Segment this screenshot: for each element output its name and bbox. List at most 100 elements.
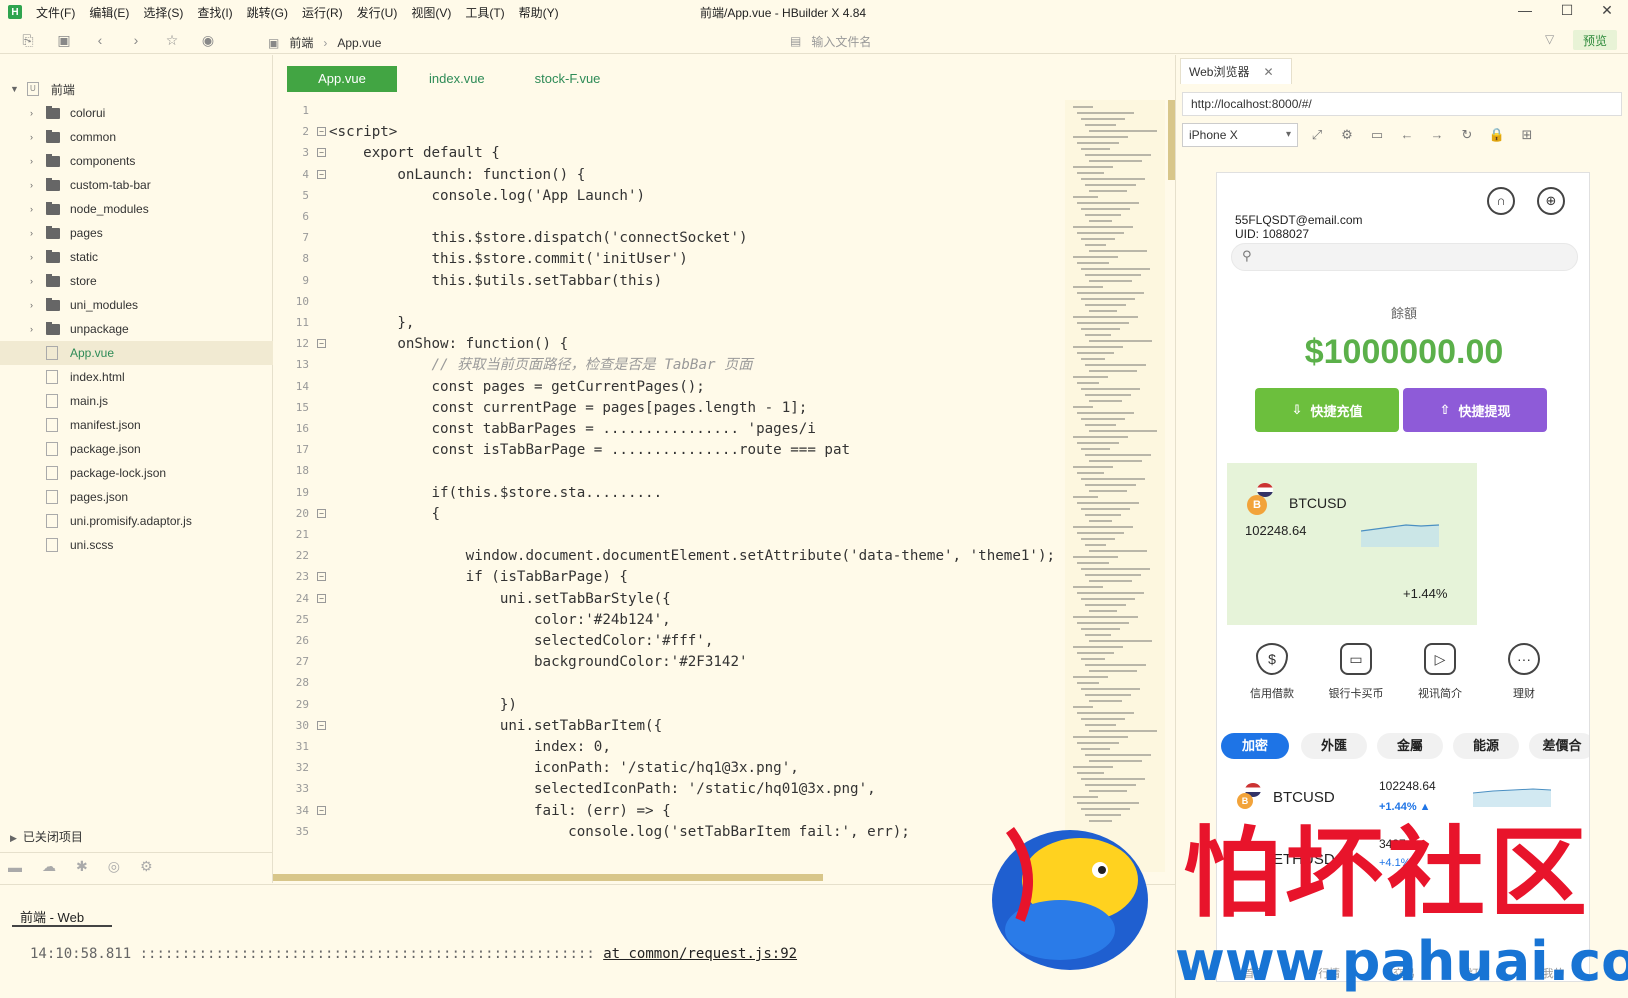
quick-action-finance[interactable]: ··· 理财 [1489, 643, 1559, 701]
cloud-icon[interactable]: ☁ [42, 858, 56, 875]
headset-icon[interactable]: ∩ [1487, 187, 1515, 215]
new-file-icon[interactable]: ⎘ [20, 32, 36, 48]
market-card[interactable]: B BTCUSD 102248.64 +1.44% [1227, 463, 1477, 625]
minimap-line [1081, 298, 1135, 300]
globe-icon[interactable]: ⊕ [1537, 187, 1565, 215]
chevron-right-icon: › [30, 252, 33, 262]
menu-find[interactable]: 查找(I) [197, 4, 232, 21]
code-text: onShow: function() { [329, 336, 569, 353]
withdraw-button[interactable]: ⇧ 快捷提现 [1403, 388, 1547, 432]
tree-item[interactable]: › components [0, 149, 273, 173]
close-tab-icon[interactable]: ✕ [1263, 65, 1273, 79]
bug-icon[interactable]: ✱ [76, 858, 88, 875]
tree-item[interactable]: › uni_modules [0, 293, 273, 317]
menu-view[interactable]: 视图(V) [411, 4, 451, 21]
fold-icon[interactable]: − [317, 720, 326, 730]
filter-icon[interactable]: ▽ [1545, 32, 1554, 46]
tree-root[interactable]: ▼ U 前端 [0, 77, 273, 101]
tree-item[interactable]: › common [0, 125, 273, 149]
menu-goto[interactable]: 跳转(G) [247, 4, 288, 21]
forward-icon[interactable]: › [128, 32, 144, 48]
console-link[interactable]: at common/request.js:92 [603, 946, 797, 962]
rotate-icon[interactable]: ⤢ [1308, 126, 1326, 144]
folder-icon[interactable]: ▬ [8, 859, 22, 875]
search-icon[interactable]: ◎ [108, 858, 120, 875]
tree-item[interactable]: package.json [0, 437, 273, 461]
chevron-right-icon: › [30, 324, 33, 334]
forward-arrow-icon[interactable]: → [1428, 126, 1446, 144]
category-energy[interactable]: 能源 [1453, 733, 1519, 759]
fold-icon[interactable]: − [317, 508, 326, 518]
tree-item[interactable]: › store [0, 269, 273, 293]
plugin-icon[interactable]: ⚙ [140, 858, 153, 875]
tree-item[interactable]: uni.scss [0, 533, 273, 557]
menu-edit[interactable]: 编辑(E) [89, 4, 129, 21]
menu-tools[interactable]: 工具(T) [465, 4, 504, 21]
closed-projects[interactable]: ▶ 已关闭项目 [10, 828, 83, 845]
minimap-line [1077, 712, 1134, 714]
fold-icon[interactable]: − [317, 127, 326, 137]
fold-icon[interactable]: − [317, 805, 326, 815]
quick-action-bank[interactable]: ▭ 银行卡买币 [1321, 643, 1391, 701]
tab-app-vue[interactable]: App.vue [287, 66, 397, 92]
category-cfd[interactable]: 差價合 [1529, 733, 1589, 759]
tree-item[interactable]: › static [0, 245, 273, 269]
refresh-icon[interactable]: ↻ [1458, 126, 1476, 144]
fold-icon[interactable]: − [317, 148, 326, 158]
fold-icon[interactable]: − [317, 169, 326, 179]
preview-button[interactable]: 预览 [1573, 30, 1617, 50]
breadcrumb-file[interactable]: App.vue [337, 36, 381, 50]
menu-help[interactable]: 帮助(Y) [519, 4, 559, 21]
tree-item[interactable]: package-lock.json [0, 461, 273, 485]
settings-icon[interactable]: ⚙ [1338, 126, 1356, 144]
tree-item[interactable]: index.html [0, 365, 273, 389]
menu-select[interactable]: 选择(S) [143, 4, 183, 21]
url-input[interactable]: http://localhost:8000/#/ [1182, 92, 1622, 116]
tree-item[interactable]: App.vue [0, 341, 273, 365]
tab-index-vue[interactable]: index.vue [411, 66, 503, 92]
fold-icon[interactable]: − [317, 593, 326, 603]
tree-item[interactable]: uni.promisify.adaptor.js [0, 509, 273, 533]
lock-icon[interactable]: 🔒 [1488, 126, 1506, 144]
back-arrow-icon[interactable]: ← [1398, 126, 1416, 144]
tree-item[interactable]: › unpackage [0, 317, 273, 341]
fold-icon[interactable]: − [317, 339, 326, 349]
tree-item[interactable]: pages.json [0, 485, 273, 509]
tree-item[interactable]: › pages [0, 221, 273, 245]
close-icon[interactable]: ✕ [1597, 2, 1617, 19]
minimize-icon[interactable]: — [1515, 2, 1535, 18]
save-icon[interactable]: ▣ [56, 32, 72, 48]
quick-action-video[interactable]: ▷ 视讯简介 [1405, 643, 1475, 701]
menu-file[interactable]: 文件(F) [36, 4, 75, 21]
star-icon[interactable]: ☆ [164, 32, 180, 48]
menu-run[interactable]: 运行(R) [302, 4, 343, 21]
deposit-button[interactable]: ⇩ 快捷充值 [1255, 388, 1399, 432]
back-icon[interactable]: ‹ [92, 32, 108, 48]
console-tab[interactable]: 前端 - Web [20, 907, 84, 926]
tree-item[interactable]: main.js [0, 389, 273, 413]
code-minimap[interactable] [1065, 100, 1165, 872]
console-icon[interactable]: ▭ [1368, 126, 1386, 144]
vertical-scrollbar[interactable] [1168, 100, 1175, 180]
tree-item[interactable]: › custom-tab-bar [0, 173, 273, 197]
file-search-input[interactable]: ▤ 输入文件名 ▽ [790, 30, 1554, 52]
app-search-input[interactable]: ⚲ [1231, 243, 1578, 271]
fold-icon[interactable]: − [317, 572, 326, 582]
tree-item[interactable]: manifest.json [0, 413, 273, 437]
category-metals[interactable]: 金屬 [1377, 733, 1443, 759]
horizontal-scrollbar[interactable] [273, 874, 823, 881]
quick-action-credit[interactable]: $ 信用借款 [1237, 643, 1307, 701]
tree-item[interactable]: › colorui [0, 101, 273, 125]
run-icon[interactable]: ◉ [200, 32, 216, 48]
device-select[interactable]: iPhone X [1182, 123, 1298, 147]
code-editor[interactable]: 1 2− <script> 3− export default {4− onLaunc… [287, 100, 1060, 872]
tree-item[interactable]: › node_modules [0, 197, 273, 221]
category-crypto[interactable]: 加密 [1221, 733, 1289, 759]
tab-stock-f-vue[interactable]: stock-F.vue [517, 66, 619, 92]
tab-web-browser[interactable]: Web浏览器 ✕ [1180, 58, 1292, 84]
category-forex[interactable]: 外匯 [1301, 733, 1367, 759]
grid-icon[interactable]: ⊞ [1518, 126, 1536, 144]
maximize-icon[interactable]: ☐ [1557, 2, 1577, 19]
breadcrumb-project[interactable]: 前端 [289, 34, 313, 51]
menu-publish[interactable]: 发行(U) [357, 4, 398, 21]
